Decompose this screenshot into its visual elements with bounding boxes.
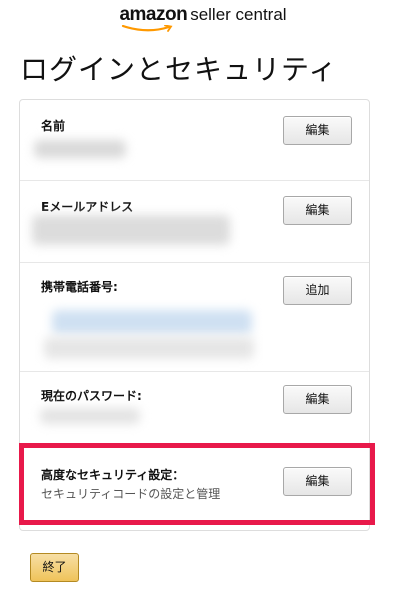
password-label: 現在のパスワード: — [41, 389, 142, 403]
phone-label: 携帯電話番号: — [41, 280, 118, 294]
name-row: 名前 編集 — [20, 100, 369, 181]
add-phone-button[interactable]: 追加 — [283, 276, 352, 305]
phone-row: 携帯電話番号: 追加 — [20, 263, 369, 372]
edit-password-button[interactable]: 編集 — [283, 385, 352, 414]
logo-amazon-text: amazon — [119, 4, 188, 25]
logo-seller-central-text: seller central — [190, 5, 287, 24]
email-row: Eメールアドレス 編集 — [20, 181, 369, 263]
amazon-seller-central-logo: amazon seller central — [0, 4, 406, 32]
phone-value-redacted — [52, 310, 252, 334]
name-label: 名前 — [41, 119, 66, 133]
edit-name-button[interactable]: 編集 — [283, 116, 352, 145]
password-value-redacted — [40, 408, 140, 424]
name-value-redacted — [34, 140, 126, 158]
amazon-smile-icon — [122, 25, 173, 32]
page-title: ログインとセキュリティ — [20, 53, 338, 86]
phone-note-redacted — [44, 337, 254, 359]
email-value-redacted — [32, 215, 230, 245]
finish-button[interactable]: 終了 — [30, 553, 79, 582]
email-label: Eメールアドレス — [41, 200, 134, 214]
edit-email-button[interactable]: 編集 — [283, 196, 352, 225]
highlight-box — [19, 443, 375, 525]
password-row: 現在のパスワード: 編集 — [20, 372, 369, 444]
